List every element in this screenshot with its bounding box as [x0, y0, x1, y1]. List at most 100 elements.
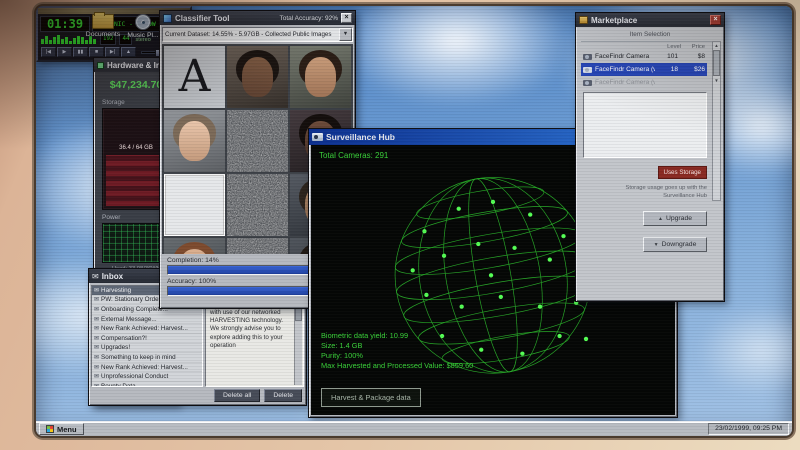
envelope-icon: ✉	[94, 364, 99, 371]
harvest-stats: Biometric data yield: 10.99 Size: 1.4 GB…	[321, 331, 473, 371]
folder-icon	[92, 14, 114, 29]
item-selection-label: Item Selection	[581, 29, 719, 42]
dataset-image-tile[interactable]	[164, 238, 225, 254]
email-list-item[interactable]: ✉New Rank Achieved: Harvest...	[92, 324, 202, 334]
desktop-icon-label: Documents	[82, 31, 124, 38]
dataset-image-tile-static[interactable]	[227, 110, 288, 172]
stat-line: Max Harvested and Processed Value: $859.…	[321, 361, 473, 371]
email-subject: Upgrades!	[101, 344, 130, 351]
eject-button[interactable]: ▲	[121, 47, 136, 57]
level-column-header: Level	[661, 44, 681, 50]
email-list-item[interactable]: ✉Upgrades!	[92, 344, 202, 354]
envelope-icon: ✉	[94, 287, 99, 294]
email-subject: Compensation?!	[101, 335, 147, 342]
item-price: $8	[681, 53, 705, 60]
upgrade-label: Upgrade	[666, 215, 692, 222]
delete-button[interactable]: Delete	[264, 389, 302, 402]
storage-note: Storage usage goes up with the Surveilla…	[603, 185, 707, 200]
marketplace-item-row-selected[interactable]: FaceFindr Camera (v10) 18 $26	[581, 63, 707, 76]
envelope-icon: ✉	[94, 316, 99, 323]
desktop-icon-label: Music Pl...	[122, 32, 164, 39]
envelope-icon: ✉	[92, 272, 99, 281]
camera-icon	[583, 54, 592, 60]
taskbar: Menu 23/02/1999, 09:25 PM	[36, 421, 792, 436]
marketplace-item-row-locked[interactable]: FaceFindr Camera (v2.0)	[581, 76, 707, 89]
marketplace-titlebar[interactable]: Marketplace ×	[576, 13, 724, 27]
desktop-icon-music[interactable]: Music Pl...	[122, 14, 164, 39]
cloud	[696, 306, 792, 396]
delete-all-button[interactable]: Delete all	[214, 389, 260, 402]
close-icon[interactable]: ×	[710, 15, 721, 25]
upgrade-button[interactable]: ▲ Upgrade	[643, 211, 707, 226]
menu-logo-icon	[46, 425, 54, 433]
email-subject: Onboarding Complete...	[101, 306, 168, 313]
marketplace-icon	[579, 16, 588, 24]
email-list-item[interactable]: ✉Something to keep in mind	[92, 353, 202, 363]
cloud	[336, 6, 576, 106]
envelope-icon: ✉	[94, 354, 99, 361]
hardware-icon	[97, 62, 104, 69]
envelope-icon: ✉	[94, 344, 99, 351]
envelope-icon: ✉	[94, 335, 99, 342]
camera-icon	[583, 80, 592, 86]
downgrade-label: Downgrade	[662, 241, 697, 248]
stop-button[interactable]: ■	[89, 47, 104, 57]
dataset-image-tile[interactable]	[227, 46, 288, 108]
total-accuracy-label: Total Accuracy: 92%	[279, 15, 338, 22]
envelope-icon: ✉	[94, 306, 99, 313]
email-subject: PW: Stationary Order...	[101, 296, 166, 303]
scroll-up-icon[interactable]: ▲	[714, 43, 718, 48]
storage-section-label: Storage	[102, 99, 125, 106]
dataset-image-tile-static[interactable]	[227, 174, 288, 236]
classifier-titlebar[interactable]: Classifier Tool Total Accuracy: 92% ×	[160, 11, 355, 25]
next-button[interactable]: ▶|	[105, 47, 120, 57]
envelope-icon: ✉	[94, 325, 99, 332]
dataset-dropdown[interactable]: Current Dataset: 14.55% - 5.97GB - Colle…	[162, 27, 353, 42]
pause-button[interactable]: ▮▮	[73, 47, 88, 57]
marketplace-window: Marketplace × Item Selection Level Price…	[575, 12, 725, 302]
email-subject: New Rank Achieved: Harvest...	[101, 364, 188, 371]
email-list-item[interactable]: ✉New Rank Achieved: Harvest...	[92, 363, 202, 373]
harvest-package-button[interactable]: Harvest & Package data	[321, 388, 421, 407]
scrollbar[interactable]: ▲ ▼	[712, 41, 721, 201]
dataset-image-tile[interactable]: A	[164, 46, 225, 108]
dataset-dropdown-value: Current Dataset: 14.55% - 5.97GB - Colle…	[163, 31, 339, 38]
menu-button[interactable]: Menu	[39, 423, 84, 435]
email-list-item[interactable]: ✉Bounty Data...	[92, 382, 202, 387]
downgrade-button[interactable]: ▼ Downgrade	[643, 237, 707, 252]
marketplace-item-row[interactable]: FaceFindr Camera 101 $8	[581, 50, 707, 63]
dataset-image-tile[interactable]	[290, 46, 351, 108]
dataset-image-tile[interactable]	[164, 110, 225, 172]
marketplace-body: Item Selection Level Price FaceFindr Cam…	[577, 27, 723, 300]
power-section-label: Power	[102, 214, 120, 221]
email-list-item[interactable]: ✉Unprofessional Conduct	[92, 372, 202, 382]
dataset-image-tile-empty[interactable]	[164, 174, 225, 236]
email-list-item[interactable]: ✉Compensation?!	[92, 334, 202, 344]
stat-line: Biometric data yield: 10.99	[321, 331, 473, 341]
envelope-icon: ✉	[94, 296, 99, 303]
item-price: $26	[681, 66, 705, 73]
email-subject: Bounty Data...	[101, 383, 141, 387]
window-title: Marketplace	[591, 16, 637, 25]
window-title: Surveillance Hub	[326, 132, 395, 142]
camera-icon	[312, 133, 323, 141]
item-name: FaceFindr Camera	[595, 53, 655, 60]
previous-button[interactable]: |◀	[41, 47, 56, 57]
item-table-header: Level Price	[581, 44, 707, 50]
price-column-header: Price	[681, 44, 705, 50]
uses-storage-badge: Uses Storage	[658, 166, 708, 179]
system-tray-clock: 23/02/1999, 09:25 PM	[708, 423, 789, 435]
scrollbar-thumb[interactable]	[713, 50, 720, 76]
scroll-down-icon[interactable]: ▼	[714, 78, 718, 83]
item-level: 18	[658, 66, 678, 73]
item-level: 101	[658, 53, 678, 60]
desktop-icon-documents[interactable]: Documents	[82, 14, 124, 38]
play-button[interactable]: ▶	[57, 47, 72, 57]
email-list-item[interactable]: ✉External Message...	[92, 315, 202, 325]
menu-label: Menu	[57, 425, 77, 434]
balance-value: $47,234.70	[110, 79, 163, 91]
email-subject: Something to keep in mind	[101, 354, 176, 361]
dataset-image-tile-static[interactable]	[227, 238, 288, 254]
music-cd-icon	[135, 14, 151, 30]
close-icon[interactable]: ×	[341, 13, 352, 23]
